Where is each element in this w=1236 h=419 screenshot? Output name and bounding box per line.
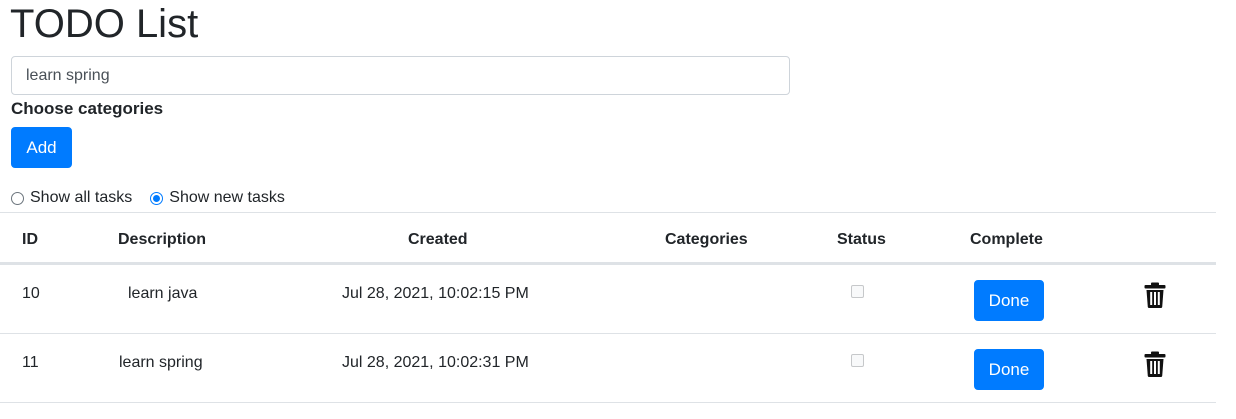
choose-categories-label: Choose categories: [11, 99, 164, 118]
column-header-categories: Categories: [665, 231, 748, 248]
task-id: 11: [22, 354, 39, 371]
todo-description-input[interactable]: [11, 56, 790, 95]
show-new-tasks-radio[interactable]: [150, 191, 164, 205]
table-header-row: ID Description Created Categories Status…: [0, 212, 1216, 265]
task-created: Jul 28, 2021, 10:02:31 PM: [342, 354, 529, 371]
task-filter-group: Show all tasks Show new tasks: [11, 189, 303, 207]
column-header-created: Created: [408, 231, 468, 248]
task-id: 10: [22, 285, 40, 302]
table-row: 11 learn spring Jul 28, 2021, 10:02:31 P…: [0, 334, 1216, 403]
task-description: learn spring: [119, 354, 203, 371]
done-button[interactable]: Done: [974, 280, 1044, 321]
show-all-tasks-radio[interactable]: [11, 191, 24, 205]
trash-icon[interactable]: [1144, 351, 1166, 377]
show-all-tasks-label: Show all tasks: [30, 189, 133, 206]
page-title: TODO List: [10, 2, 199, 46]
tasks-table: ID Description Created Categories Status…: [0, 212, 1216, 403]
column-header-status: Status: [837, 231, 886, 248]
done-button[interactable]: Done: [974, 349, 1044, 390]
task-status-checkbox[interactable]: [851, 285, 864, 298]
todo-page: TODO List Choose categories Add Show all…: [0, 0, 1236, 419]
add-button[interactable]: Add: [11, 127, 72, 168]
column-header-complete: Complete: [970, 231, 1043, 248]
column-header-description: Description: [118, 231, 207, 248]
show-all-tasks-option[interactable]: Show all tasks: [11, 189, 132, 207]
show-new-tasks-label: Show new tasks: [169, 189, 285, 206]
task-created: Jul 28, 2021, 10:02:15 PM: [342, 285, 529, 302]
task-status-checkbox[interactable]: [851, 354, 864, 367]
table-row: 10 learn java Jul 28, 2021, 10:02:15 PM …: [0, 265, 1216, 334]
task-description: learn java: [128, 285, 198, 302]
trash-icon[interactable]: [1144, 282, 1166, 308]
show-new-tasks-option[interactable]: Show new tasks: [150, 189, 285, 207]
column-header-id: ID: [22, 231, 38, 248]
